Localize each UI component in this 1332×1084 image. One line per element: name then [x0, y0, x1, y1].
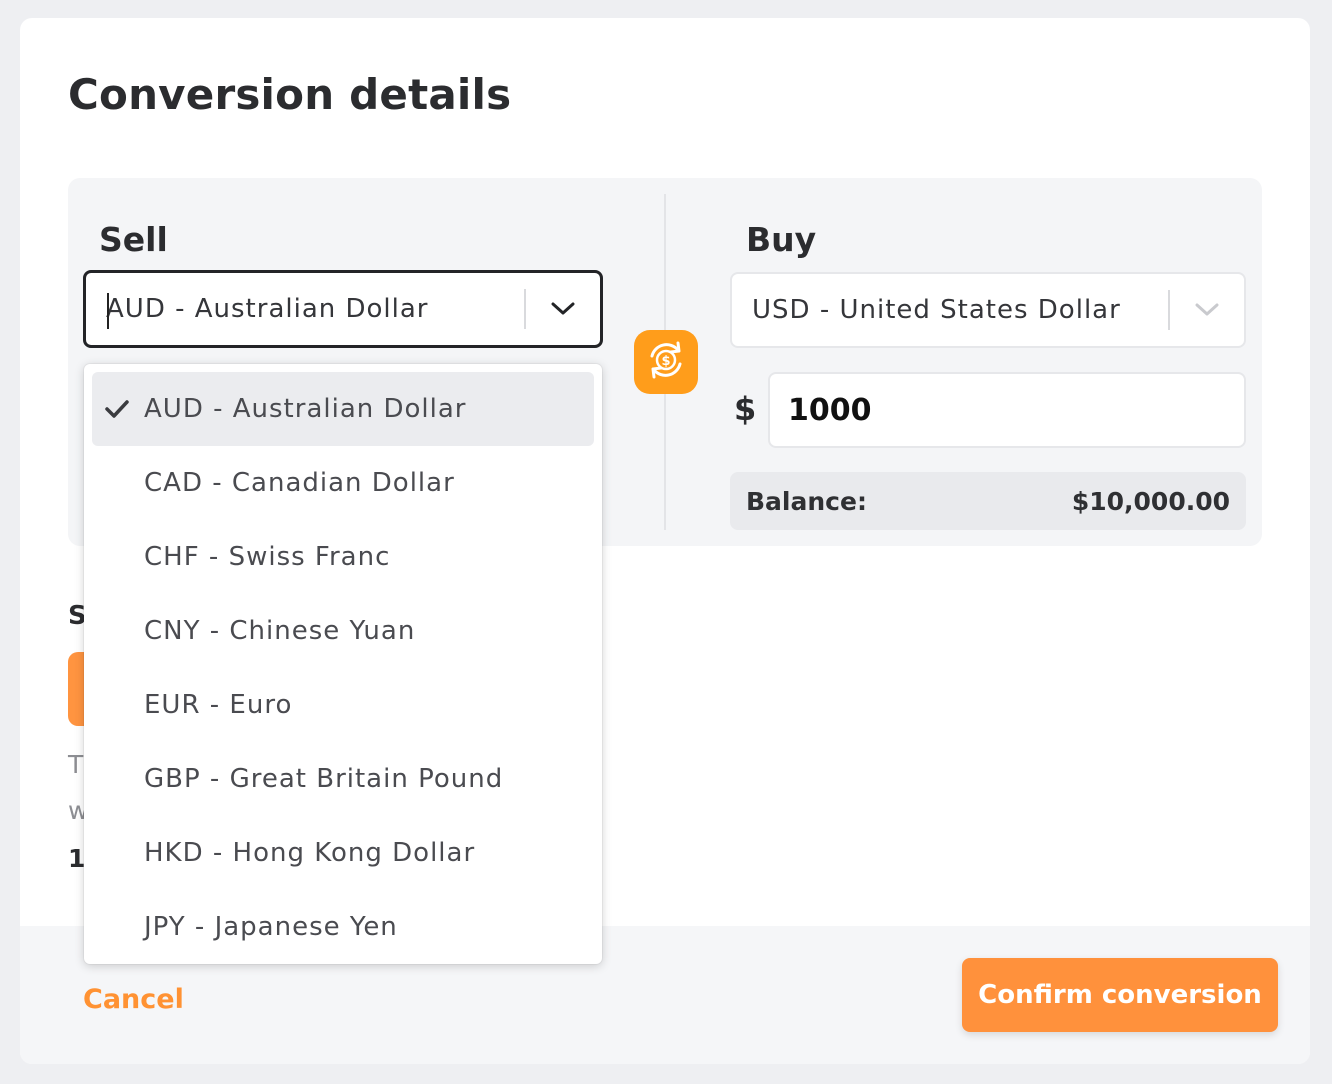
dropdown-option[interactable]: JPY - Japanese Yen	[92, 890, 594, 964]
dropdown-option-label: HKD - Hong Kong Dollar	[144, 838, 476, 868]
dropdown-option-label: JPY - Japanese Yen	[144, 912, 398, 942]
dropdown-option-label: CHF - Swiss Franc	[144, 542, 391, 572]
currency-dropdown-menu: AUD - Australian Dollar CAD - Canadian D…	[84, 364, 602, 964]
dropdown-option-label: CAD - Canadian Dollar	[144, 468, 455, 498]
sell-label: Sell	[99, 220, 168, 259]
cancel-button[interactable]: Cancel	[83, 984, 184, 1015]
dropdown-option[interactable]: CNY - Chinese Yuan	[92, 594, 594, 668]
svg-text:$: $	[661, 354, 670, 369]
confirm-conversion-button[interactable]: Confirm conversion	[962, 958, 1278, 1032]
chevron-down-icon[interactable]	[1170, 274, 1244, 346]
balance-value: $10,000.00	[1071, 486, 1230, 516]
page-title: Conversion details	[68, 70, 512, 119]
currency-symbol: $	[734, 390, 757, 428]
dropdown-option[interactable]: AUD - Australian Dollar	[92, 372, 594, 446]
dropdown-option[interactable]: EUR - Euro	[92, 668, 594, 742]
dropdown-option[interactable]: CAD - Canadian Dollar	[92, 446, 594, 520]
buy-currency-select[interactable]: USD - United States Dollar	[730, 272, 1246, 348]
dropdown-option-label: CNY - Chinese Yuan	[144, 616, 416, 646]
chevron-down-icon[interactable]	[526, 273, 600, 345]
currency-swap-icon: $	[644, 338, 688, 386]
dropdown-option[interactable]: GBP - Great Britain Pound	[92, 742, 594, 816]
dropdown-option-label: AUD - Australian Dollar	[144, 394, 467, 424]
checkmark-icon	[104, 397, 130, 427]
balance-label: Balance:	[746, 486, 867, 516]
text-cursor	[107, 293, 109, 329]
buy-label: Buy	[746, 220, 817, 259]
dropdown-option-label: EUR - Euro	[144, 690, 293, 720]
buy-currency-value: USD - United States Dollar	[752, 295, 1121, 325]
dropdown-option[interactable]: HKD - Hong Kong Dollar	[92, 816, 594, 890]
obscured-text-line-1: T	[68, 750, 84, 779]
sell-currency-value: AUD - Australian Dollar	[106, 294, 429, 324]
amount-input[interactable]	[768, 372, 1246, 448]
dropdown-option[interactable]: CHF - Swiss Franc	[92, 520, 594, 594]
dropdown-option-label: GBP - Great Britain Pound	[144, 764, 504, 794]
sell-currency-select[interactable]: AUD - Australian Dollar	[83, 270, 603, 348]
swap-currency-button[interactable]: $	[634, 330, 698, 394]
balance-bar: Balance: $10,000.00	[730, 472, 1246, 530]
